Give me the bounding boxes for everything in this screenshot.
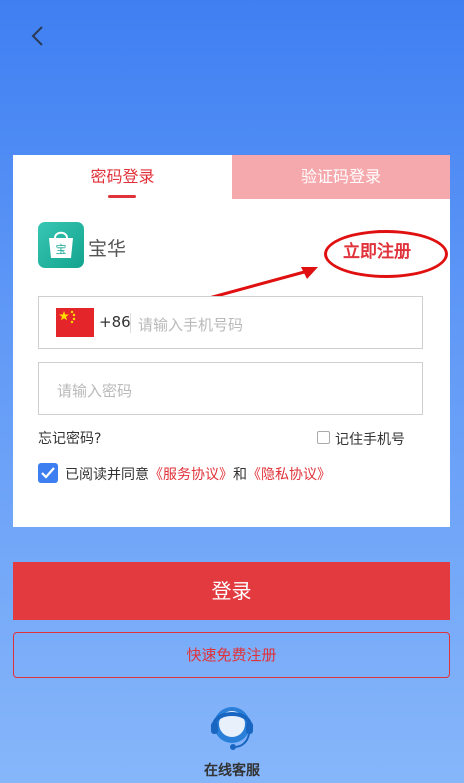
customer-service-icon[interactable] — [206, 700, 258, 756]
brand-logo-char: 宝 — [56, 242, 67, 256]
annotation-ellipse — [324, 230, 448, 278]
remember-phone-label[interactable]: 记住手机号 — [335, 429, 405, 449]
quick-register-button[interactable]: 快速免费注册 — [13, 632, 450, 678]
login-card: 密码登录 验证码登录 宝 宝华 立即注册 +86 请输入手机号码 请输入密码 忘… — [13, 155, 450, 527]
back-button[interactable] — [24, 22, 54, 52]
service-agreement-link[interactable]: 《服务协议》 — [149, 467, 233, 483]
active-tab-indicator — [108, 195, 136, 198]
phone-placeholder: 请输入手机号码 — [138, 316, 244, 334]
chevron-left-icon — [31, 26, 43, 46]
input-divider — [130, 313, 131, 333]
login-tabs: 密码登录 验证码登录 — [13, 155, 450, 199]
china-flag-icon[interactable] — [56, 308, 94, 337]
password-placeholder: 请输入密码 — [57, 382, 133, 400]
tab-sms-login[interactable]: 验证码登录 — [232, 155, 450, 199]
shopping-bag-icon: 宝 — [49, 231, 73, 258]
checkbox-unchecked-icon[interactable] — [317, 431, 330, 444]
privacy-agreement-link[interactable]: 《隐私协议》 — [247, 467, 331, 483]
agreement-checkbox[interactable] — [38, 463, 58, 483]
agreement-and: 和 — [233, 467, 247, 483]
phone-input[interactable]: +86 请输入手机号码 — [38, 296, 423, 349]
brand-logo: 宝 — [38, 222, 84, 268]
brand-name: 宝华 — [88, 238, 127, 260]
checkmark-icon — [41, 467, 55, 479]
country-code[interactable]: +86 — [99, 313, 131, 331]
customer-service-label[interactable]: 在线客服 — [0, 760, 464, 780]
agreement-prefix: 已阅读并同意 — [65, 467, 149, 483]
forgot-password-link[interactable]: 忘记密码? — [38, 428, 101, 448]
tab-password-login[interactable]: 密码登录 — [13, 155, 232, 199]
password-input[interactable]: 请输入密码 — [38, 362, 423, 415]
login-button[interactable]: 登录 — [13, 562, 450, 620]
agreement-row: 已阅读并同意《服务协议》和《隐私协议》 — [38, 462, 438, 486]
agreement-text: 已阅读并同意《服务协议》和《隐私协议》 — [65, 464, 331, 484]
